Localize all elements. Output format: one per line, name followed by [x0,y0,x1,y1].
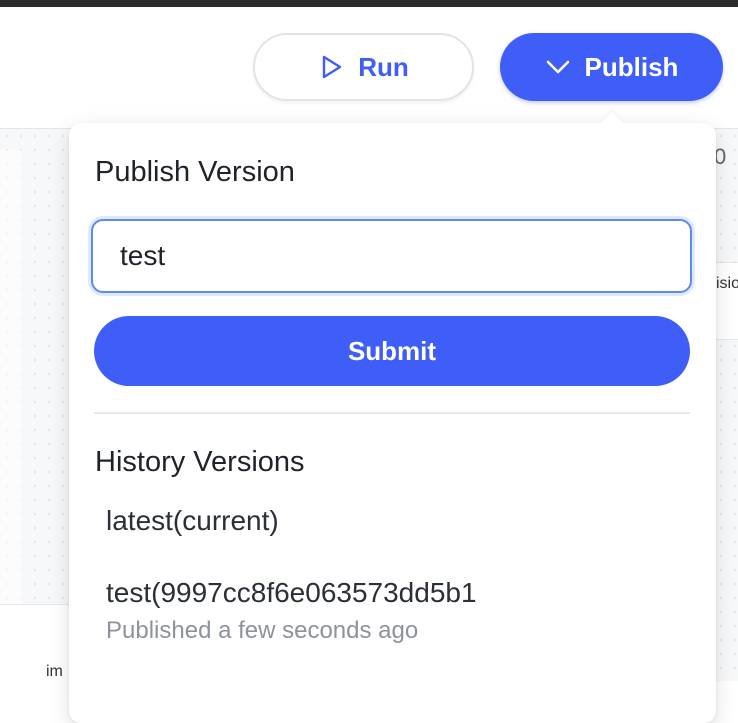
canvas-node-right[interactable]: isio [716,262,738,340]
publish-button[interactable]: Publish [500,33,723,101]
play-icon [318,54,344,80]
chevron-down-icon [545,54,571,80]
history-versions-title: History Versions [95,446,305,478]
divider [94,412,690,414]
submit-button[interactable]: Submit [94,316,690,386]
run-button[interactable]: Run [253,33,474,101]
canvas-node-bottom[interactable]: im [0,604,70,681]
history-version-item[interactable]: test(9997cc8f6e063573dd5b1 Published a f… [94,577,690,657]
publish-button-label: Publish [584,51,679,82]
window-top-bar [0,0,738,7]
history-version-item[interactable]: latest(current) [94,505,690,545]
version-name-input[interactable] [91,219,692,293]
history-version-published-time: Published a few seconds ago [106,617,419,644]
canvas-left-panel [0,150,22,605]
publish-version-title: Publish Version [95,156,295,188]
history-version-name: test(9997cc8f6e063573dd5b1 [106,577,477,608]
canvas-node-right-label: isio [716,275,738,292]
canvas-node-bottom-label: im [46,663,63,680]
run-button-label: Run [358,51,409,82]
canvas-node-fragment: 0 [714,140,738,210]
history-version-name: latest(current) [106,505,279,536]
